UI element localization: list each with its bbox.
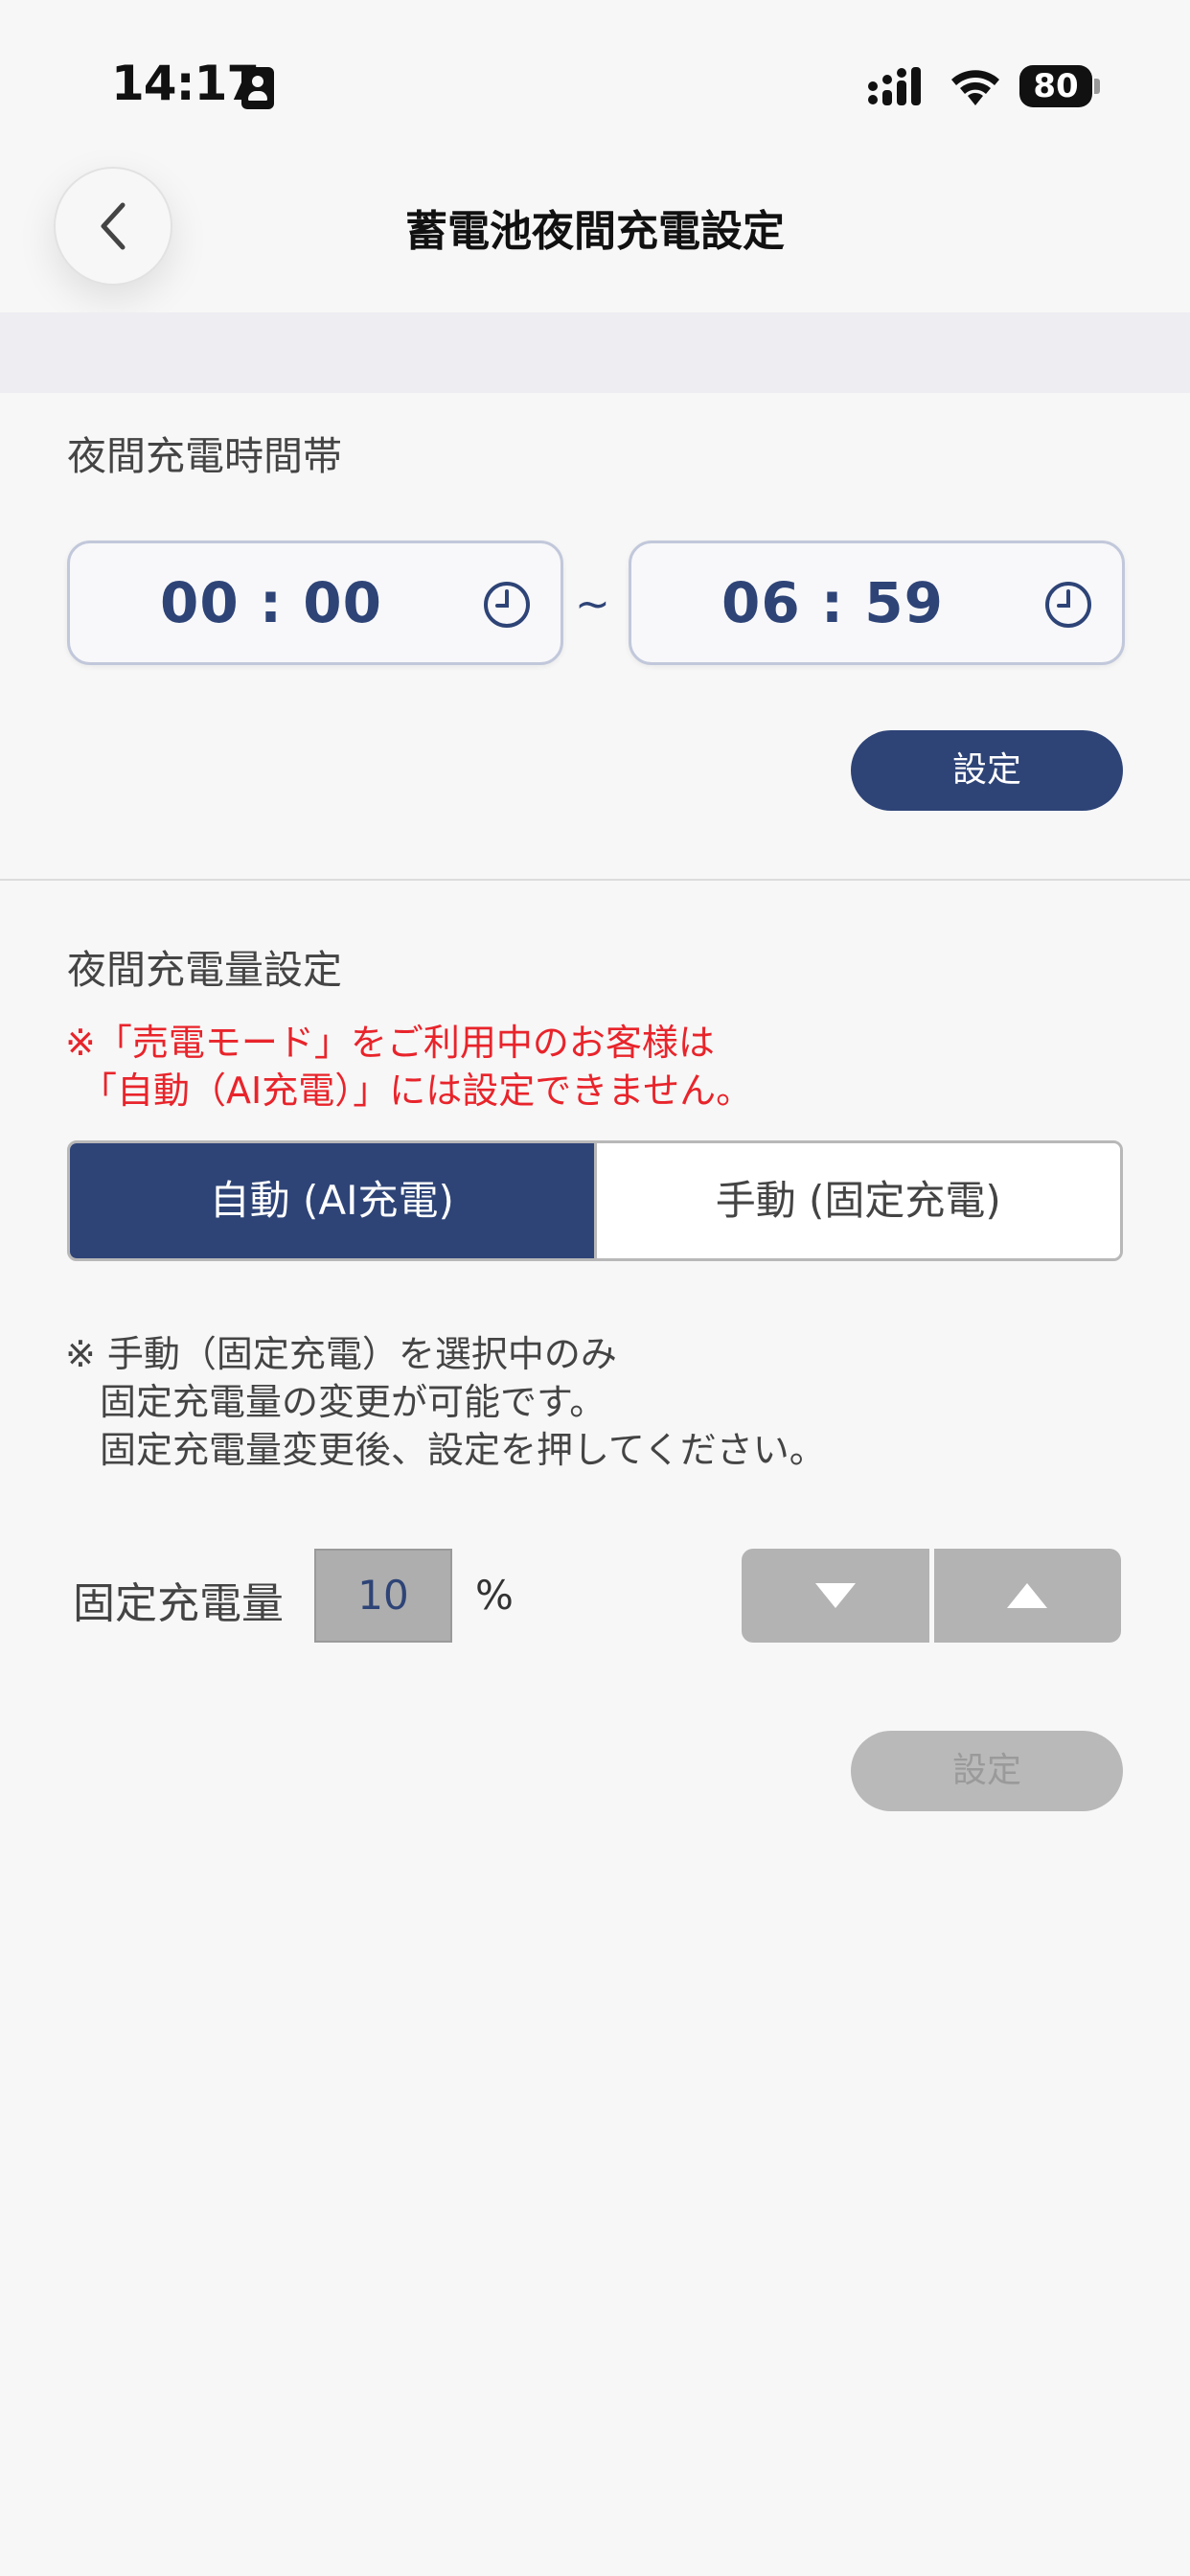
start-time-picker[interactable]: 00 : 00 xyxy=(67,540,563,665)
increase-button[interactable] xyxy=(934,1549,1122,1643)
battery-level: 80 xyxy=(1019,65,1092,107)
end-time-value: 06 : 59 xyxy=(721,570,944,635)
triangle-up-icon xyxy=(1007,1583,1048,1608)
clock-icon xyxy=(484,582,530,628)
cellular-signal-icon xyxy=(868,67,921,105)
section-title-amount: 夜間充電量設定 xyxy=(67,947,342,993)
clock-icon xyxy=(1045,582,1091,628)
start-time-value: 00 : 00 xyxy=(159,570,382,635)
warning-text-line1: ※「売電モード」をご利用中のお客様は xyxy=(65,1022,715,1064)
wifi-icon xyxy=(951,70,999,105)
triangle-down-icon xyxy=(814,1583,856,1608)
contact-card-icon xyxy=(241,67,274,109)
mode-auto-option[interactable]: 自動 (AI充電) xyxy=(70,1143,594,1258)
status-time: 14:17 xyxy=(111,56,260,111)
header-band xyxy=(0,312,1190,393)
fixed-amount-label: 固定充電量 xyxy=(73,1579,284,1628)
charge-mode-toggle[interactable]: 自動 (AI充電) 手動 (固定充電) xyxy=(67,1140,1123,1261)
battery-icon: 80 xyxy=(1019,65,1102,107)
mode-manual-option[interactable]: 手動 (固定充電) xyxy=(593,1143,1120,1258)
time-set-button[interactable]: 設定 xyxy=(851,730,1123,811)
decrease-button[interactable] xyxy=(742,1549,929,1643)
percent-unit: % xyxy=(475,1572,514,1619)
note-line3: 固定充電量変更後、設定を押してください。 xyxy=(100,1429,826,1471)
fixed-amount-value: 10 xyxy=(314,1549,452,1643)
section-title-time: 夜間充電時間帯 xyxy=(67,433,342,479)
note-line2: 固定充電量の変更が可能です。 xyxy=(100,1381,606,1423)
amount-stepper xyxy=(742,1549,1121,1643)
note-line1: ※ 手動（固定充電）を選択中のみ xyxy=(65,1333,617,1375)
amount-set-button[interactable]: 設定 xyxy=(851,1731,1123,1811)
time-separator: ~ xyxy=(575,580,610,629)
end-time-picker[interactable]: 06 : 59 xyxy=(629,540,1125,665)
warning-text-line2: 「自動（AI充電）」には設定できません。 xyxy=(80,1070,753,1112)
section-divider xyxy=(0,879,1190,881)
page-title: 蓄電池夜間充電設定 xyxy=(405,207,785,256)
